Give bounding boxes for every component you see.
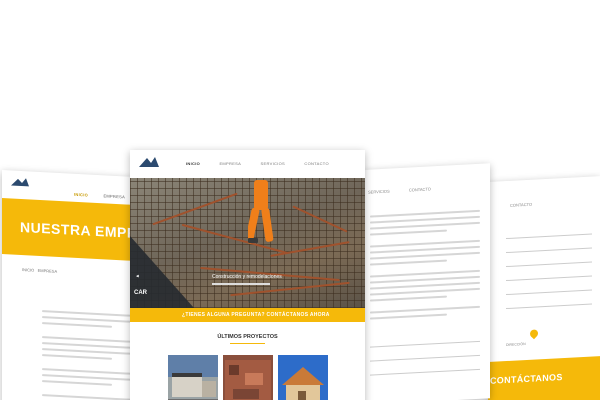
body-text-block [370, 209, 480, 324]
hero-caption: Construcción y remodelaciones [212, 274, 282, 285]
nav-servicios[interactable]: SERVICIOS [368, 189, 390, 195]
breadcrumb-current: EMPRESA [37, 267, 58, 274]
contact-form [370, 333, 480, 382]
hero-caption-text: Construcción y remodelaciones [212, 274, 282, 280]
form-field[interactable] [506, 268, 592, 282]
contact-form [506, 226, 592, 316]
nav-inicio[interactable]: INICIO [186, 161, 200, 166]
nav-empresa[interactable]: EMPRESA [103, 193, 125, 199]
company-logo-icon [11, 178, 29, 187]
cta-text: ¿TIENES ALGUNA PREGUNTA? CONTÁCTANOS AHO… [182, 312, 330, 318]
main-nav: CONTACTO [510, 202, 532, 208]
hero-logo-text: CAR [134, 290, 147, 296]
address-label: DIRECCIÓN [506, 342, 526, 348]
servicios-page-preview: SERVICIOS CONTACTO [362, 163, 490, 400]
projects-section-title: ÚLTIMOS PROYECTOS [217, 334, 278, 340]
nav-contacto[interactable]: CONTACTO [510, 202, 532, 208]
project-thumbnail-1[interactable] [168, 355, 218, 400]
cta-banner[interactable]: ¿TIENES ALGUNA PREGUNTA? CONTÁCTANOS AHO… [130, 308, 365, 322]
form-field[interactable] [506, 296, 592, 310]
project-thumbnail-3[interactable] [278, 355, 328, 400]
hero-image: Construcción y remodelaciones ◀ CAR [130, 178, 365, 308]
project-thumbnail-2[interactable] [223, 355, 273, 400]
contact-banner-title: CONTÁCTANOS [490, 372, 563, 386]
worker-figure-icon [248, 180, 274, 244]
breadcrumb-home[interactable]: INICIO [22, 267, 34, 273]
hero-prev-arrow-icon[interactable]: ◀ [136, 274, 139, 278]
nav-empresa[interactable]: EMPRESA [219, 161, 241, 166]
inicio-page-preview: INICIO EMPRESA SERVICIOS CONTACTO Constr… [130, 150, 365, 400]
body-text-block [42, 310, 142, 400]
section-divider [230, 343, 265, 344]
site-header: INICIO EMPRESA SERVICIOS CONTACTO [130, 150, 365, 178]
form-field[interactable] [370, 333, 480, 348]
nav-contacto[interactable]: CONTACTO [409, 186, 431, 192]
contacto-page-preview-right: CONTACTO DIRECCIÓN CONTÁCTANOS [488, 176, 600, 400]
form-field[interactable] [370, 347, 480, 362]
form-field[interactable] [506, 254, 592, 268]
contact-banner: CONTÁCTANOS [488, 356, 600, 400]
nav-servicios[interactable]: SERVICIOS [261, 161, 285, 166]
nav-inicio[interactable]: INICIO [74, 192, 88, 198]
company-logo-icon[interactable] [138, 156, 160, 168]
form-field[interactable] [506, 226, 592, 240]
breadcrumb: INICIO EMPRESA [22, 267, 57, 274]
form-field[interactable] [506, 240, 592, 254]
mockup-stage: INICIO EMPRESA NUESTRA EMPRESA INICIO EM… [0, 0, 600, 400]
location-pin-icon [528, 327, 540, 340]
main-nav: SERVICIOS CONTACTO [368, 185, 449, 194]
form-field[interactable] [506, 282, 592, 296]
nav-contacto[interactable]: CONTACTO [304, 161, 328, 166]
form-field[interactable] [370, 361, 480, 376]
main-nav: INICIO EMPRESA SERVICIOS CONTACTO [186, 161, 347, 166]
